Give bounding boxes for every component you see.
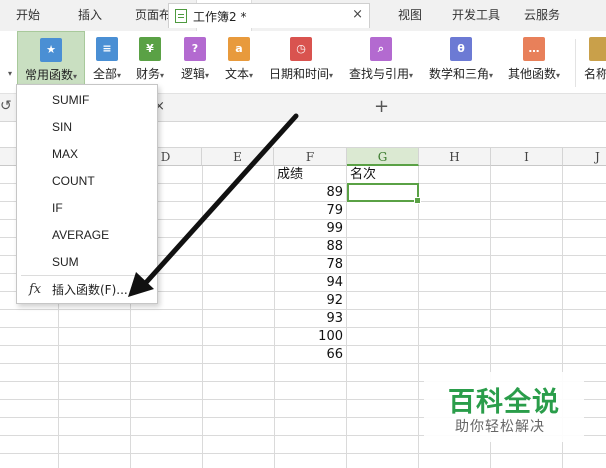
tab-insert[interactable]: 插入 [62, 0, 118, 31]
cell-f-header[interactable]: 成绩 [277, 166, 347, 184]
score-cell[interactable]: 92 [274, 292, 346, 310]
function-item-sumif[interactable]: SUMIF [17, 88, 157, 112]
score-cell[interactable]: 99 [274, 220, 346, 238]
tab-start[interactable]: 开始 [0, 0, 56, 31]
document-tab[interactable]: 工作簿2 * × [168, 3, 370, 28]
clock-icon: ◷ [290, 37, 312, 61]
common-functions-dropdown: SUMIF SIN MAX COUNT IF AVERAGE SUM fx 插入… [16, 84, 158, 304]
list-icon: ≡ [96, 37, 118, 61]
math-trig-button[interactable]: θ 数学和三角▾ [423, 31, 499, 94]
cell-g-header[interactable]: 名次 [350, 166, 420, 184]
function-item-if[interactable]: IF [17, 196, 157, 220]
function-item-sum[interactable]: SUM [17, 250, 157, 274]
watermark-subtitle: 助你轻松解决 [455, 419, 545, 435]
finance-label: 财务 [135, 67, 160, 81]
logic-button[interactable]: ? 逻辑▾ [175, 31, 215, 94]
date-time-button[interactable]: ◷ 日期和时间▾ [264, 31, 338, 94]
function-item-count[interactable]: COUNT [17, 169, 157, 193]
common-functions-label: 常用函数 [24, 68, 73, 82]
text-icon: a [228, 37, 250, 61]
star-icon: ★ [40, 38, 62, 62]
undo-icon[interactable]: ↺ [0, 98, 12, 114]
column-header-j[interactable]: J [563, 148, 606, 166]
ribbon-divider [575, 39, 576, 87]
math-icon: θ [450, 37, 472, 61]
close-tab-icon[interactable]: × [352, 7, 363, 22]
score-cell[interactable]: 78 [274, 256, 346, 274]
logic-label: 逻辑 [180, 67, 205, 81]
other-functions-button[interactable]: … 其他函数▾ [503, 31, 565, 94]
grid-horizontal-line [0, 453, 606, 454]
score-cell[interactable]: 79 [274, 202, 346, 220]
column-header-i[interactable]: I [491, 148, 563, 166]
active-cell-g2[interactable] [347, 183, 421, 204]
score-cell[interactable]: 66 [274, 346, 346, 364]
finance-icon: ¥ [139, 37, 161, 61]
insert-function-label: 插入函数(F)... [52, 283, 128, 297]
lookup-reference-label: 查找与引用 [348, 67, 409, 81]
grid-vertical-line [418, 166, 419, 468]
math-trig-label: 数学和三角 [428, 67, 489, 81]
lookup-icon: ⌕ [370, 37, 392, 61]
grid-vertical-line [346, 166, 347, 468]
function-item-max[interactable]: MAX [17, 142, 157, 166]
column-header-h[interactable]: H [419, 148, 491, 166]
column-header-g[interactable]: G [347, 148, 419, 166]
tab-cloud[interactable]: 云服务 [514, 0, 570, 31]
function-item-average[interactable]: AVERAGE [17, 223, 157, 247]
name-manager-label: 名称 [584, 67, 606, 81]
name-icon [589, 37, 606, 61]
column-header-f[interactable]: F [274, 148, 347, 166]
ribbon-cut-off-button[interactable]: ▾ [0, 31, 14, 94]
function-item-sin[interactable]: SIN [17, 115, 157, 139]
all-functions-label: 全部 [92, 67, 117, 81]
more-icon: … [523, 37, 545, 61]
score-cell[interactable]: 94 [274, 274, 346, 292]
new-tab-button[interactable]: + [374, 96, 389, 117]
spreadsheet-file-icon [175, 9, 187, 23]
document-tab-name: 工作簿2 * [193, 10, 247, 24]
other-functions-label: 其他函数 [507, 67, 556, 81]
watermark-title: 百科全说 [448, 387, 560, 418]
watermark: 百科全说 助你轻松解决 [424, 372, 584, 442]
name-manager-button[interactable]: 名称 [580, 31, 606, 94]
score-cell[interactable]: 100 [274, 328, 346, 346]
score-cell[interactable]: 88 [274, 238, 346, 256]
dropdown-divider [21, 275, 153, 276]
score-cell[interactable]: 93 [274, 310, 346, 328]
grid-vertical-line [202, 166, 203, 468]
text-functions-label: 文本 [224, 67, 249, 81]
fx-icon: fx [29, 282, 42, 297]
lookup-reference-button[interactable]: ⌕ 查找与引用▾ [343, 31, 419, 94]
text-functions-button[interactable]: a 文本▾ [219, 31, 259, 94]
tab-view[interactable]: 视图 [382, 0, 438, 31]
score-cell[interactable]: 89 [274, 184, 346, 202]
column-header-e[interactable]: E [202, 148, 274, 166]
logic-icon: ? [184, 37, 206, 61]
insert-function-item[interactable]: fx 插入函数(F)... [17, 277, 157, 303]
tab-developer[interactable]: 开发工具 [444, 0, 508, 31]
date-time-label: 日期和时间 [268, 67, 329, 81]
